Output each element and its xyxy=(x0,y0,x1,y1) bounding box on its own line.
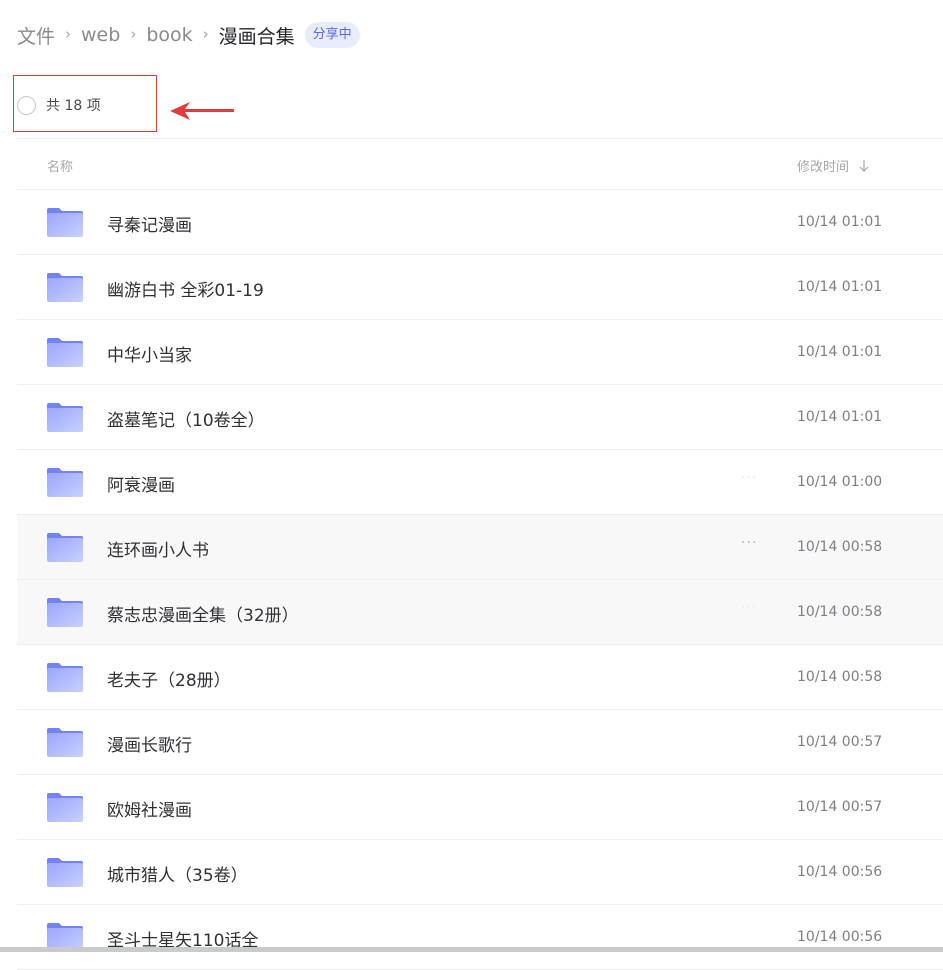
folder-name[interactable]: 城市猎人（35卷） xyxy=(107,861,248,886)
table-row[interactable]: 寻秦记漫画 10/14 01:01 xyxy=(17,190,943,255)
folder-icon xyxy=(47,858,83,887)
modified-time: 10/14 01:00 xyxy=(797,474,883,490)
breadcrumb-item-files[interactable]: 文件 xyxy=(17,22,55,49)
table-row[interactable]: 城市猎人（35卷） 10/14 00:56 xyxy=(17,840,943,905)
column-header-name[interactable]: 名称 xyxy=(47,156,73,175)
breadcrumb-item-book[interactable]: book xyxy=(146,24,192,46)
folder-icon xyxy=(47,793,83,822)
breadcrumb-separator: › xyxy=(130,25,137,43)
folder-icon xyxy=(47,208,83,237)
folder-name[interactable]: 幽游白书 全彩01-19 xyxy=(107,276,264,301)
folder-icon xyxy=(47,403,83,432)
folder-name[interactable]: 阿衰漫画 xyxy=(107,471,175,496)
arrow-down-icon[interactable] xyxy=(859,159,869,173)
annotation-arrow-icon xyxy=(170,102,234,120)
folder-name[interactable]: 寻秦记漫画 xyxy=(107,211,192,236)
folder-name[interactable]: 盗墓笔记（10卷全） xyxy=(107,406,265,431)
table-row[interactable]: 欧姆社漫画 10/14 00:57 xyxy=(17,775,943,840)
folder-name[interactable]: 欧姆社漫画 xyxy=(107,796,192,821)
modified-time: 10/14 01:01 xyxy=(797,409,883,425)
folder-icon xyxy=(47,728,83,757)
table-row[interactable]: 圣斗士星矢110话全 10/14 00:56 xyxy=(17,905,943,970)
table-row[interactable]: 蔡志忠漫画全集（32册） ··· 10/14 00:58 xyxy=(17,580,943,645)
modified-time: 10/14 00:58 xyxy=(797,539,883,555)
table-row[interactable]: 老夫子（28册） 10/14 00:58 xyxy=(17,645,943,710)
table-row[interactable]: 阿衰漫画 ··· 10/14 01:00 xyxy=(17,450,943,515)
folder-name[interactable]: 老夫子（28册） xyxy=(107,666,231,691)
item-count-label: 共 18 项 xyxy=(46,98,101,114)
modified-time: 10/14 00:56 xyxy=(797,864,883,880)
folder-name[interactable]: 蔡志忠漫画全集（32册） xyxy=(107,601,299,626)
modified-time: 10/14 00:56 xyxy=(797,929,883,945)
breadcrumb: 文件 › web › book › 漫画合集 分享中 xyxy=(17,18,360,52)
table-row[interactable]: 中华小当家 10/14 01:01 xyxy=(17,320,943,385)
modified-time: 10/14 00:57 xyxy=(797,799,883,815)
list-header: 名称 修改时间 xyxy=(17,139,943,190)
table-row[interactable]: 漫画长歌行 10/14 00:57 xyxy=(17,710,943,775)
modified-time: 10/14 00:57 xyxy=(797,734,883,750)
folder-name[interactable]: 连环画小人书 xyxy=(107,536,209,561)
folder-icon xyxy=(47,598,83,627)
table-row[interactable]: 幽游白书 全彩01-19 10/14 01:01 xyxy=(17,255,943,320)
modified-time: 10/14 00:58 xyxy=(797,669,883,685)
modified-time: 10/14 01:01 xyxy=(797,214,883,230)
column-header-modified-label: 修改时间 xyxy=(797,160,850,175)
select-all-radio[interactable] xyxy=(17,96,36,115)
modified-time: 10/14 00:58 xyxy=(797,604,883,620)
breadcrumb-item-web[interactable]: web xyxy=(81,24,120,46)
file-list: 名称 修改时间 寻秦记漫画 10/14 01:01 幽游白书 全彩01-19 10/1… xyxy=(17,138,943,970)
folder-icon xyxy=(47,468,83,497)
more-horizontal-icon[interactable]: ··· xyxy=(741,470,757,486)
folder-icon xyxy=(47,338,83,367)
folder-icon xyxy=(47,663,83,692)
column-header-modified[interactable]: 修改时间 xyxy=(797,156,869,175)
folder-icon xyxy=(47,533,83,562)
file-rows: 寻秦记漫画 10/14 01:01 幽游白书 全彩01-19 10/14 01:01 中… xyxy=(17,190,943,970)
folder-name[interactable]: 中华小当家 xyxy=(107,341,192,366)
breadcrumb-current-folder: 漫画合集 xyxy=(218,25,295,48)
folder-icon xyxy=(47,273,83,302)
breadcrumb-separator: › xyxy=(202,25,209,43)
horizontal-scrollbar[interactable] xyxy=(0,947,943,952)
table-row[interactable]: 盗墓笔记（10卷全） 10/14 01:01 xyxy=(17,385,943,450)
folder-name[interactable]: 漫画长歌行 xyxy=(107,731,192,756)
modified-time: 10/14 01:01 xyxy=(797,344,883,360)
breadcrumb-separator: › xyxy=(65,25,72,43)
table-row[interactable]: 连环画小人书 ··· 10/14 00:58 xyxy=(17,515,943,580)
more-horizontal-icon[interactable]: ··· xyxy=(741,600,757,616)
more-horizontal-icon[interactable]: ··· xyxy=(741,535,757,551)
share-status-badge[interactable]: 分享中 xyxy=(304,22,360,48)
modified-time: 10/14 01:01 xyxy=(797,279,883,295)
